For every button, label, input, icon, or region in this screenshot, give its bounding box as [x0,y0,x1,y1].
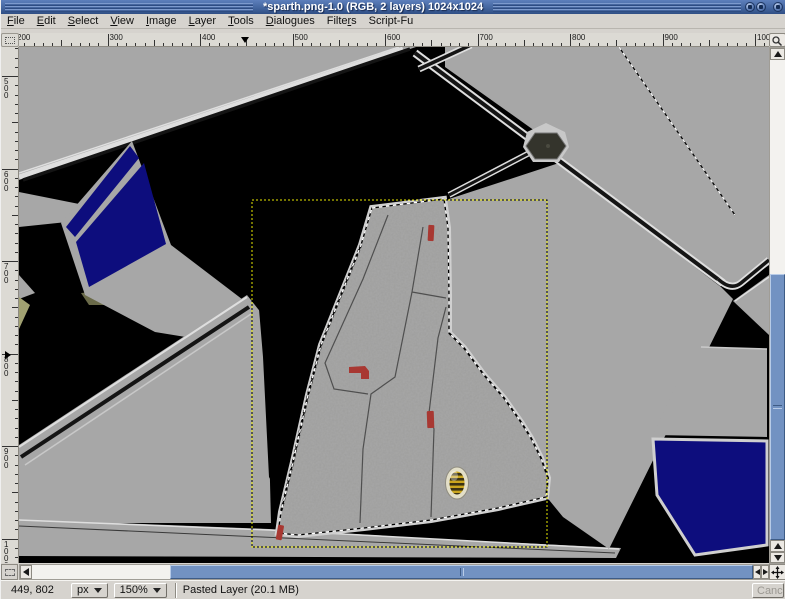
scroll-down-icon [774,555,782,561]
quickmask-toggle-button[interactable] [1,564,18,580]
vruler-label: 500 [4,78,12,99]
hruler-label: 300 [110,34,123,42]
vertical-scroll-thumb[interactable] [770,274,785,540]
cancel-button[interactable]: Cancel [752,583,784,598]
scroll-left-icon [755,569,760,575]
horizontal-ruler[interactable]: 200 300 400 500 600 700 800 900 1000 [19,33,769,47]
hruler-label: 200 [19,34,30,42]
hruler-label: 900 [665,34,678,42]
scroll-up-button-2[interactable] [770,540,785,552]
scroll-up-icon [774,51,782,57]
menu-scriptfu[interactable]: Script-Fu [363,14,420,29]
titlebar-grip [5,3,253,12]
menu-edit[interactable]: Edit [31,14,62,29]
beacon-ellipse [446,467,469,499]
scroll-left-icon [23,568,29,576]
cursor-marker-v-icon [5,351,11,359]
vertical-ruler[interactable]: 5006007008009001000 [1,47,19,563]
scroll-down-button[interactable] [770,552,785,563]
close-button-icon[interactable] [773,2,783,12]
menu-dialogues[interactable]: Dialogues [260,14,321,29]
ruler-origin-icon [5,37,15,44]
vruler-label: 1000 [4,541,12,564]
hruler-label: 500 [295,34,308,42]
hruler-label: 400 [202,34,215,42]
zoom-value: 150% [120,584,148,596]
horizontal-scrollbar[interactable] [19,564,769,580]
window-buttons [745,2,785,12]
image-canvas[interactable] [19,47,769,563]
window-title: *sparth.png-1.0 (RGB, 2 layers) 1024x102… [257,0,489,14]
move-cross-icon [771,566,784,579]
scroll-left-button[interactable] [20,565,32,579]
maximize-button-icon[interactable] [756,2,766,12]
dropdown-arrow-icon [153,588,161,593]
unit-dropdown[interactable]: px [71,583,108,598]
vruler-label: 700 [4,263,12,284]
vruler-label: 600 [4,171,12,192]
menu-layer[interactable]: Layer [183,14,223,29]
artwork [19,47,769,563]
minimize-button-icon[interactable] [745,2,755,12]
hruler-label: 1000 [757,34,769,42]
scroll-up-icon [774,543,782,549]
scroll-right-button[interactable] [761,565,769,579]
scroll-left-button-2[interactable] [753,565,761,579]
cursor-marker-h-icon [241,37,249,43]
statusbar-separator [175,583,177,598]
titlebar-grip [493,3,741,12]
menu-view[interactable]: View [104,14,140,29]
status-message: Pasted Layer (20.1 MB) [183,584,752,596]
zoom-follow-window-button[interactable] [769,33,785,47]
hruler-label: 600 [387,34,400,42]
hruler-label: 800 [572,34,585,42]
menu-filters[interactable]: Filters [321,14,363,29]
pan-view-button[interactable] [769,564,785,580]
menu-select[interactable]: Select [62,14,105,29]
menubar: FileEditSelectViewImageLayerToolsDialogu… [1,14,785,29]
scroll-right-icon [763,569,768,575]
menu-tools[interactable]: Tools [222,14,260,29]
menu-image[interactable]: Image [140,14,183,29]
quickmask-icon [5,569,15,576]
menu-file[interactable]: File [1,14,31,29]
ruler-origin-button[interactable] [1,33,19,47]
statusbar: 449, 802 px 150% Pasted Layer (20.1 MB) … [1,580,785,599]
magnifier-icon [770,35,785,47]
titlebar[interactable]: *sparth.png-1.0 (RGB, 2 layers) 1024x102… [1,0,785,14]
hruler-label: 700 [480,34,493,42]
scroll-up-button[interactable] [770,48,785,60]
horizontal-scroll-thumb[interactable] [170,565,753,579]
unit-value: px [77,584,89,596]
gimp-image-window: *sparth.png-1.0 (RGB, 2 layers) 1024x102… [0,0,785,599]
vruler-label: 900 [4,448,12,469]
zoom-dropdown[interactable]: 150% [114,583,167,598]
dropdown-arrow-icon [94,588,102,593]
cursor-position-label: 449, 802 [11,584,65,596]
vertical-scrollbar[interactable] [769,47,785,564]
